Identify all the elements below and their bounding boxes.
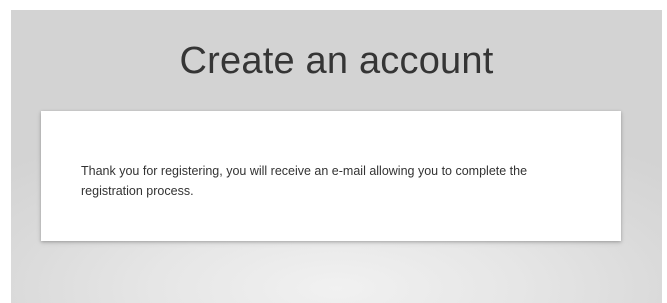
page-background: Create an account Thank you for register… xyxy=(11,10,662,303)
confirmation-card: Thank you for registering, you will rece… xyxy=(41,111,621,241)
registration-confirmation-message: Thank you for registering, you will rece… xyxy=(81,164,528,198)
page-title: Create an account xyxy=(179,40,494,82)
